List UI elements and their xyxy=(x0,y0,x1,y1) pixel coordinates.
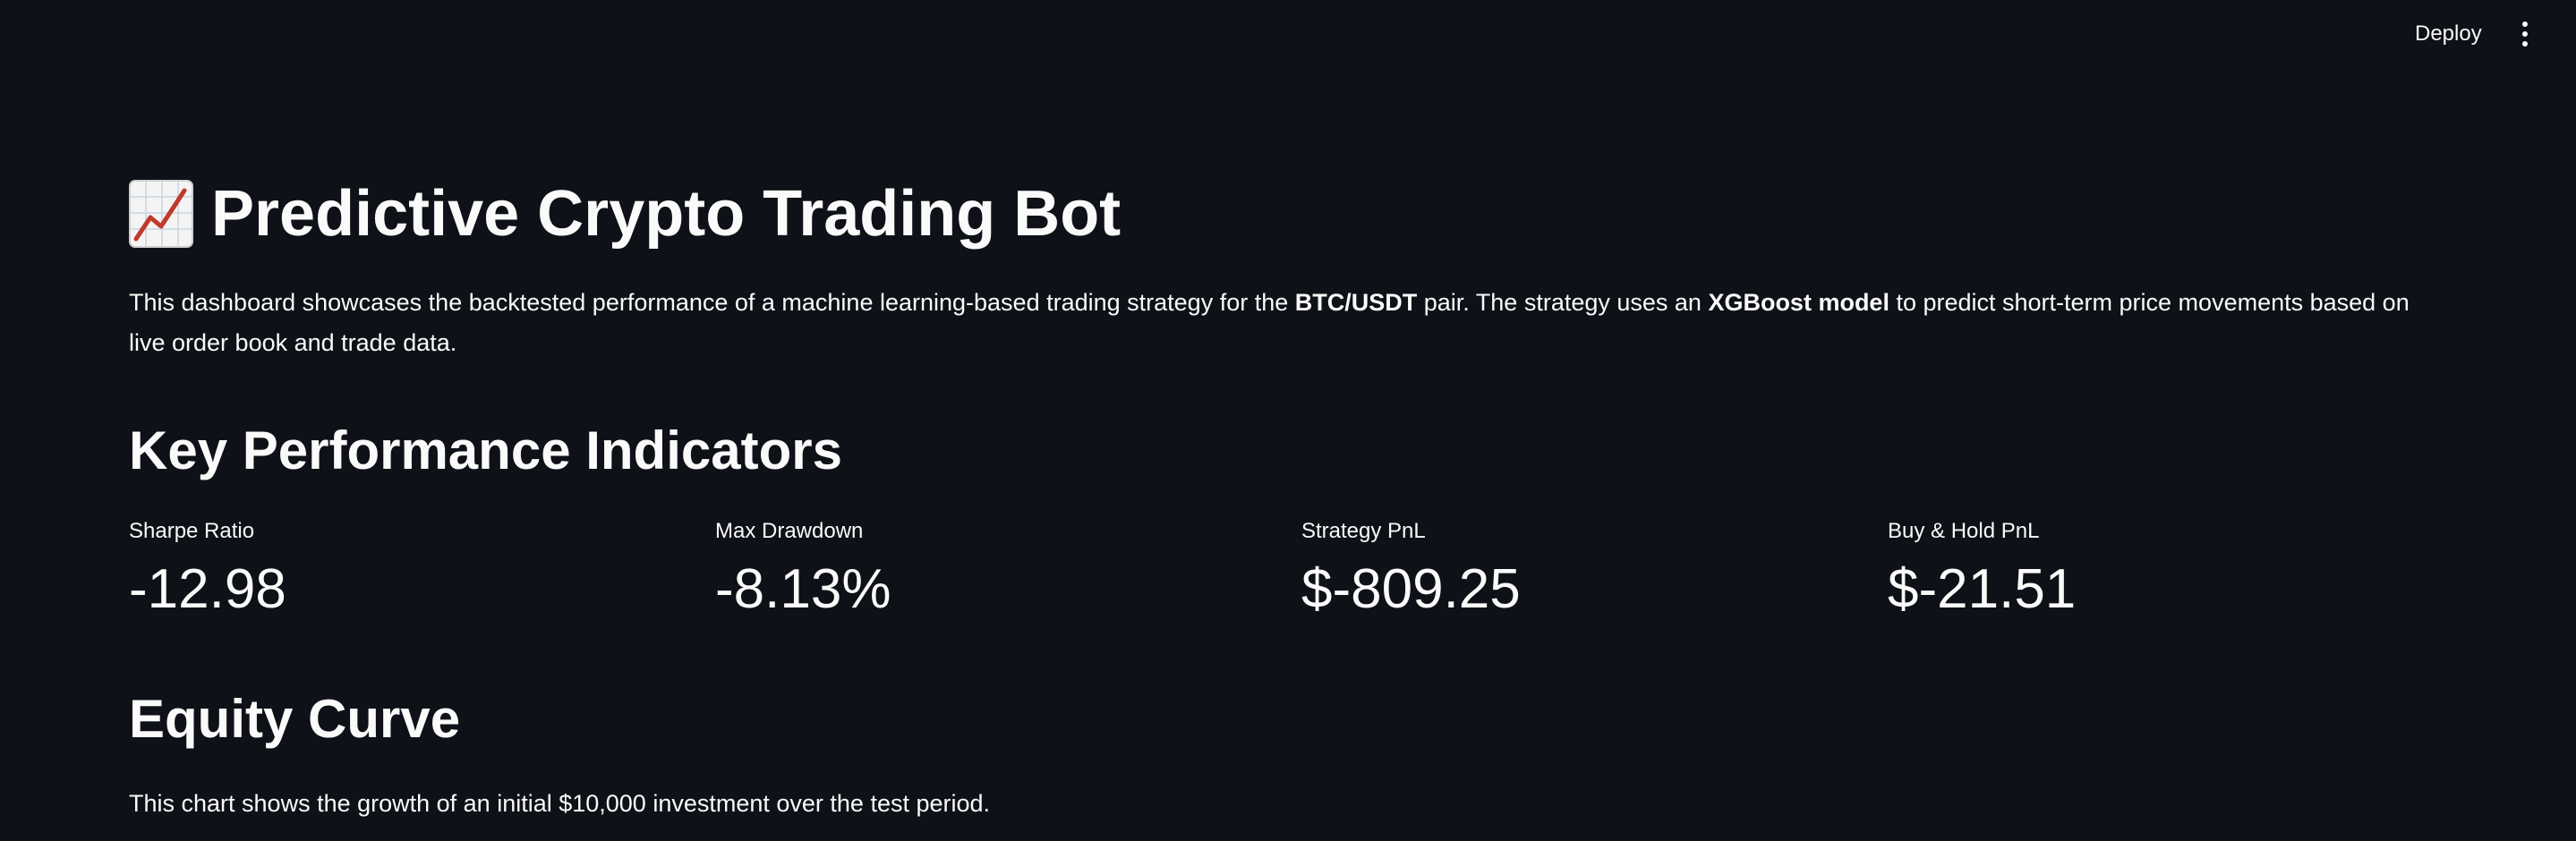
metric-sharpe-ratio: Sharpe Ratio -12.98 xyxy=(129,517,702,621)
intro-text: pair. The strategy uses an xyxy=(1417,289,1709,316)
metric-value: -12.98 xyxy=(129,558,286,620)
metric-label: Sharpe Ratio xyxy=(129,519,255,543)
metric-value: $-21.51 xyxy=(1888,558,2077,620)
page-title: Predictive Crypto Trading Bot xyxy=(129,175,1121,252)
equity-caption: This chart shows the growth of an initia… xyxy=(129,790,991,817)
metric-strategy-pnl: Strategy PnL $-809.25 xyxy=(1301,517,1874,621)
app: Deploy Predictive Crypto Trading Bot Thi… xyxy=(0,0,2576,841)
metric-label: Strategy PnL xyxy=(1301,519,1426,543)
menu-dot xyxy=(2522,21,2528,27)
metric-max-drawdown: Max Drawdown -8.13% xyxy=(715,517,1288,621)
app-header: Deploy xyxy=(0,0,2576,67)
equity-heading: Equity Curve xyxy=(129,689,461,749)
intro-paragraph: This dashboard showcases the backtested … xyxy=(129,283,2438,363)
menu-dot xyxy=(2522,31,2528,37)
metric-value: -8.13% xyxy=(715,558,891,620)
page-title-text: Predictive Crypto Trading Bot xyxy=(211,178,1122,250)
chart-increasing-icon xyxy=(129,180,193,248)
intro-model: XGBoost model xyxy=(1708,289,1889,316)
metric-buy-hold-pnl: Buy & Hold PnL $-21.51 xyxy=(1888,517,2461,621)
intro-pair: BTC/USDT xyxy=(1294,289,1418,316)
metric-label: Buy & Hold PnL xyxy=(1888,519,2040,543)
deploy-button[interactable]: Deploy xyxy=(2401,14,2496,54)
kpi-metrics: Sharpe Ratio -12.98 Max Drawdown -8.13% … xyxy=(129,517,2474,624)
intro-text: This dashboard showcases the backtested … xyxy=(129,289,1295,316)
menu-dot xyxy=(2522,41,2528,47)
vertical-ellipsis-icon[interactable] xyxy=(2512,16,2538,52)
metric-label: Max Drawdown xyxy=(715,519,864,543)
metric-value: $-809.25 xyxy=(1301,558,1521,620)
kpi-heading: Key Performance Indicators xyxy=(129,420,842,480)
